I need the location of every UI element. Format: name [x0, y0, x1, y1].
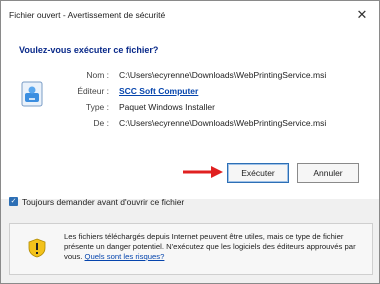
window-title: Fichier ouvert - Avertissement de sécuri… [9, 10, 166, 20]
always-ask-checkbox[interactable]: ✓ [9, 197, 18, 206]
red-arrow-annotation-icon [183, 166, 223, 178]
title-bar: Fichier ouvert - Avertissement de sécuri… [1, 1, 379, 29]
info-text: Les fichiers téléchargés depuis Internet… [64, 232, 364, 262]
shield-warning-icon [28, 238, 46, 258]
info-box: Les fichiers téléchargés depuis Internet… [9, 223, 373, 275]
security-warning-dialog: Fichier ouvert - Avertissement de sécuri… [0, 0, 380, 284]
cancel-button[interactable]: Annuler [297, 163, 359, 183]
property-value-from: C:\Users\ecyrenne\Downloads\WebPrintingS… [119, 118, 327, 128]
run-button[interactable]: Exécuter [227, 163, 289, 183]
publisher-link[interactable]: SCC Soft Computer [119, 86, 198, 96]
property-label: Nom : [86, 70, 109, 80]
close-icon[interactable]: ✕ [351, 5, 373, 25]
property-value-name: C:\Users\ecyrenne\Downloads\WebPrintingS… [119, 70, 327, 80]
property-label: Éditeur : [77, 86, 109, 96]
property-label: De : [93, 118, 109, 128]
property-value-type: Paquet Windows Installer [119, 102, 215, 112]
always-ask-label[interactable]: Toujours demander avant d'ouvrir ce fich… [22, 197, 184, 207]
property-label: Type : [85, 102, 109, 112]
risks-link[interactable]: Quels sont les risques? [85, 252, 165, 261]
dialog-content: Voulez-vous exécuter ce fichier? Nom : C… [1, 29, 379, 199]
dialog-question: Voulez-vous exécuter ce fichier? [19, 45, 159, 55]
